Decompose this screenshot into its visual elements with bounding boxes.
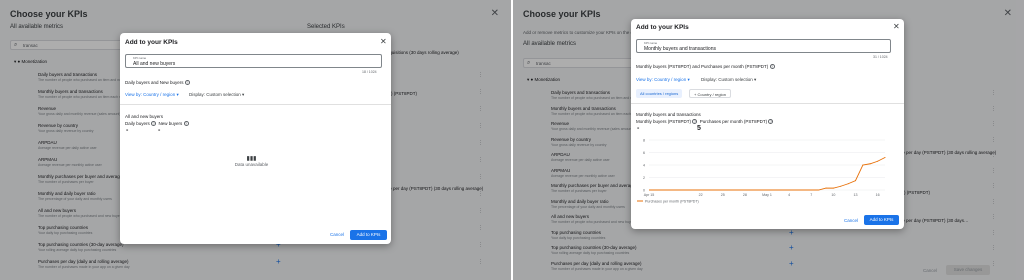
- x-tick-label: 16: [876, 193, 880, 197]
- cancel-button[interactable]: Cancel: [325, 230, 349, 239]
- data-point: [869, 163, 871, 165]
- x-tick-label: 22: [699, 193, 703, 197]
- right-screenshot-panel: Choose your KPIs ✕ Add or remove metrics…: [513, 0, 1024, 280]
- series-line: [649, 157, 886, 191]
- left-screenshot-panel: Choose your KPIs ✕ All available metrics…: [0, 0, 511, 280]
- char-counter: 31 / 1024: [873, 55, 888, 59]
- dialog-title: Add to your KPIs: [125, 39, 178, 46]
- view-by-dropdown[interactable]: View by: Country / region ▾: [125, 92, 179, 98]
- help-icon: ?: [692, 119, 698, 125]
- x-tick-label: Apr 15: [644, 193, 655, 197]
- kpi-name-field[interactable]: KPI name Monthly buyers and transactions: [636, 39, 891, 53]
- kpi-name-value: All and new buyers: [133, 61, 176, 67]
- legend-label: Purchases per month (PST8PDT): [645, 199, 699, 203]
- close-icon[interactable]: ✕: [380, 37, 387, 46]
- y-tick-label: 2: [643, 176, 645, 180]
- data-point: [832, 187, 834, 189]
- data-point: [847, 183, 849, 185]
- kpi-name-label: KPI name: [644, 41, 658, 45]
- x-tick-label: 7: [810, 193, 812, 197]
- chart-section-title: All and new buyers: [125, 114, 164, 119]
- x-tick-label: May 1: [762, 193, 772, 197]
- display-dropdown[interactable]: Display: Custom selection ▾: [701, 77, 756, 83]
- y-tick-label: 4: [643, 163, 645, 167]
- kpi-name-value: Monthly buyers and transactions: [644, 46, 716, 52]
- char-counter: 18 / 1024: [362, 70, 377, 74]
- dialog-title: Add to your KPIs: [636, 24, 689, 31]
- x-tick-label: 25: [721, 193, 725, 197]
- chart-empty-state: ▮▮▮ Data unavailable: [230, 155, 273, 167]
- data-unavailable-label: Data unavailable: [234, 162, 269, 167]
- kpi-name-field[interactable]: KPI name All and new buyers: [125, 54, 382, 68]
- help-icon: ?: [184, 80, 190, 86]
- divider: [120, 104, 391, 105]
- chart-column-headers: Daily buyers ? New buyers ?: [125, 121, 189, 127]
- y-tick-label: 6: [643, 151, 645, 155]
- x-tick-label: 28: [743, 193, 747, 197]
- purchases-line-chart: 0 2 4 6 8 Apr 15 22 25 28 May 1 4 7 10 13 16 Purchases …: [637, 138, 886, 203]
- chart-section-title: Monthly buyers and transactions: [636, 112, 701, 117]
- help-icon: ?: [769, 64, 775, 70]
- data-point: [825, 187, 827, 189]
- x-tick-label: 13: [854, 193, 858, 197]
- metrics-summary: Monthly buyers (PST8PDT) and Purchases p…: [636, 64, 775, 70]
- data-point: [855, 180, 856, 182]
- divider: [631, 103, 904, 104]
- x-tick-label: 10: [831, 193, 835, 197]
- chip-country-region[interactable]: + Country / region: [689, 89, 731, 98]
- data-point: [884, 157, 886, 158]
- new-buyers-value: -: [158, 127, 161, 134]
- help-icon: ?: [183, 121, 189, 127]
- add-to-kpis-button[interactable]: Add to KPIs: [350, 230, 387, 240]
- cancel-button[interactable]: Cancel: [839, 216, 863, 225]
- y-tick-label: 8: [643, 138, 645, 142]
- help-icon: ?: [768, 119, 774, 125]
- data-point: [862, 164, 864, 166]
- add-to-kpis-button[interactable]: Add to KPIs: [864, 215, 899, 225]
- chip-all-countries[interactable]: All countries / regions: [636, 89, 683, 98]
- bar-chart-icon: ▮▮▮: [246, 156, 257, 162]
- daily-buyers-value: -: [126, 127, 129, 134]
- monthly-buyers-value: -: [637, 125, 640, 132]
- chart-column-headers: Monthly buyers (PST8PDT) ? Purchases per…: [636, 119, 774, 125]
- display-dropdown[interactable]: Display: Custom selection ▾: [189, 92, 244, 98]
- y-tick-label: 0: [643, 188, 645, 192]
- view-by-dropdown[interactable]: View by: Country / region ▾: [636, 77, 690, 83]
- add-kpi-dialog: Add to your KPIs ✕ KPI name Monthly buye…: [631, 19, 904, 229]
- data-point: [877, 160, 879, 162]
- purchases-per-month-value: 5: [697, 125, 701, 132]
- metrics-summary: Daily buyers and New buyers ?: [125, 80, 190, 86]
- kpi-name-label: KPI name: [133, 56, 147, 60]
- close-icon[interactable]: ✕: [893, 22, 900, 31]
- x-tick-label: 4: [788, 193, 790, 197]
- add-kpi-dialog: Add to your KPIs ✕ KPI name All and new …: [120, 33, 391, 244]
- data-point: [840, 185, 842, 187]
- help-icon: ?: [151, 121, 157, 127]
